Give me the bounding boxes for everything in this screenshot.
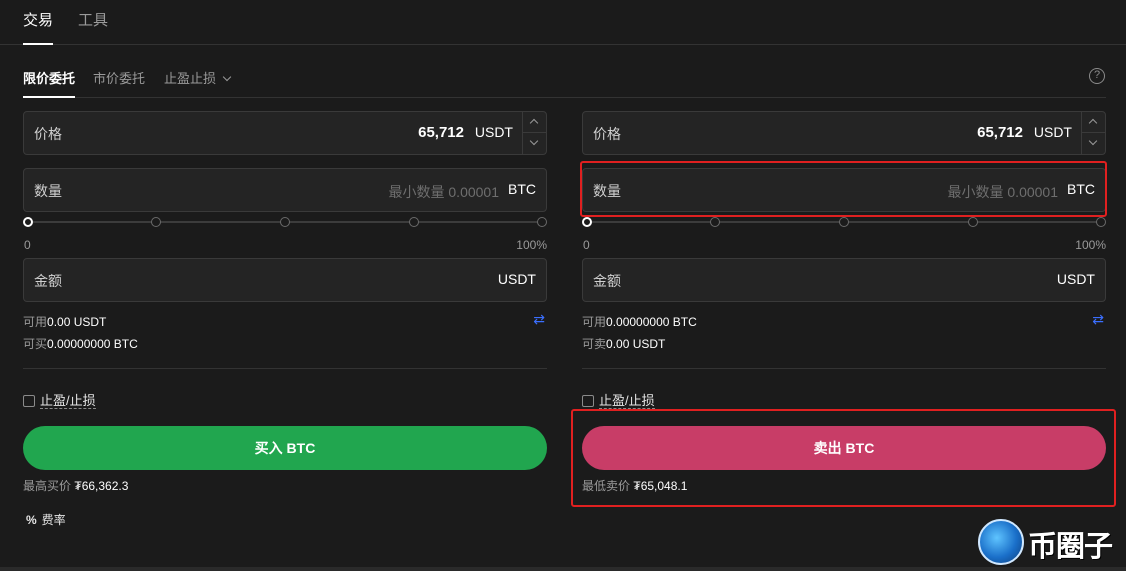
bottom-divider bbox=[0, 567, 1126, 571]
sell-btc-button[interactable]: 卖出 BTC bbox=[582, 426, 1106, 470]
slider-stop-0[interactable] bbox=[582, 217, 592, 227]
buy-price-value: 65,712 bbox=[418, 124, 464, 141]
sell-price-value: 65,712 bbox=[977, 124, 1023, 141]
sell-best-price-label: 最低卖价 bbox=[582, 479, 631, 493]
slider-stop-25[interactable] bbox=[710, 217, 720, 227]
watermark-logo: 币圈子 bbox=[978, 516, 1126, 571]
buy-quantity-unit: BTC bbox=[508, 181, 536, 197]
buy-available: 可用0.00 USDT bbox=[23, 313, 106, 330]
buy-can-trade: 可买0.00000000 BTC bbox=[23, 335, 138, 352]
slider-min-label: 0 bbox=[583, 238, 590, 252]
buy-amount-unit: USDT bbox=[497, 271, 536, 287]
divider bbox=[582, 368, 1106, 369]
slider-max-label: 100% bbox=[516, 238, 547, 252]
buy-tpsl-label: 止盈/止损 bbox=[40, 393, 96, 409]
divider bbox=[23, 368, 547, 369]
checkbox-icon bbox=[23, 395, 35, 407]
buy-tpsl-checkbox[interactable]: 止盈/止损 bbox=[23, 390, 96, 409]
sell-available-label: 可用 bbox=[582, 315, 607, 329]
sell-percent-slider[interactable] bbox=[582, 215, 1106, 229]
sell-amount-unit: USDT bbox=[1056, 271, 1095, 287]
buy-can-trade-value: 0.00000000 BTC bbox=[47, 337, 138, 351]
sell-best-price: 最低卖价 ₮65,048.1 bbox=[582, 477, 687, 494]
slider-max-label: 100% bbox=[1075, 238, 1106, 252]
sell-panel: 价格 65,712 USDT 数量 最小数量 0.00001 BTC 0 100… bbox=[582, 0, 1107, 571]
sell-available-value: 0.00000000 BTC bbox=[606, 315, 697, 329]
slider-stop-100[interactable] bbox=[1096, 217, 1106, 227]
sell-amount-input[interactable]: 金额 USDT bbox=[582, 258, 1106, 302]
buy-best-price-value: ₮66,362.3 bbox=[74, 479, 129, 493]
swap-icon[interactable]: ⇄ bbox=[533, 311, 545, 328]
sell-can-trade-label: 可卖 bbox=[582, 337, 607, 351]
buy-percent-slider[interactable] bbox=[23, 215, 547, 229]
slider-stop-75[interactable] bbox=[409, 217, 419, 227]
sell-quantity-input[interactable]: 数量 最小数量 0.00001 BTC bbox=[582, 168, 1106, 212]
chevron-down-icon bbox=[1088, 136, 1098, 146]
sell-amount-label: 金额 bbox=[593, 273, 621, 289]
sell-quantity-label: 数量 bbox=[593, 183, 621, 199]
sell-quantity-placeholder: 最小数量 0.00001 bbox=[947, 184, 1059, 200]
sell-tpsl-label: 止盈/止损 bbox=[599, 393, 655, 409]
chevron-up-icon bbox=[529, 118, 539, 128]
buy-price-unit: USDT bbox=[474, 124, 513, 140]
sell-tpsl-checkbox[interactable]: 止盈/止损 bbox=[582, 390, 655, 409]
sell-quantity-unit: BTC bbox=[1067, 181, 1095, 197]
watermark-globe-icon bbox=[978, 519, 1024, 565]
buy-best-price-label: 最高买价 bbox=[23, 479, 72, 493]
sell-can-trade-value: 0.00 USDT bbox=[606, 337, 666, 351]
buy-quantity-placeholder: 最小数量 0.00001 bbox=[388, 184, 500, 200]
checkbox-icon bbox=[582, 395, 594, 407]
percent-icon: % bbox=[26, 513, 37, 527]
buy-price-stepper bbox=[522, 112, 546, 154]
chevron-up-icon bbox=[1088, 118, 1098, 128]
buy-amount-label: 金额 bbox=[34, 273, 62, 289]
buy-btc-button[interactable]: 买入 BTC bbox=[23, 426, 547, 470]
buy-price-decrement-button[interactable] bbox=[523, 133, 546, 154]
buy-quantity-input[interactable]: 数量 最小数量 0.00001 BTC bbox=[23, 168, 547, 212]
sell-price-input[interactable]: 价格 65,712 USDT bbox=[582, 111, 1106, 155]
slider-stop-50[interactable] bbox=[280, 217, 290, 227]
swap-icon[interactable]: ⇄ bbox=[1092, 311, 1104, 328]
sell-price-increment-button[interactable] bbox=[1082, 112, 1105, 133]
chevron-down-icon bbox=[529, 136, 539, 146]
buy-quantity-label: 数量 bbox=[34, 183, 62, 199]
sell-can-trade: 可卖0.00 USDT bbox=[582, 335, 665, 352]
buy-available-value: 0.00 USDT bbox=[47, 315, 107, 329]
slider-stop-0[interactable] bbox=[23, 217, 33, 227]
fee-rate-label: 费率 bbox=[41, 513, 66, 527]
buy-available-label: 可用 bbox=[23, 315, 48, 329]
buy-best-price: 最高买价 ₮66,362.3 bbox=[23, 477, 128, 494]
sell-best-price-value: ₮65,048.1 bbox=[633, 479, 688, 493]
sell-price-stepper bbox=[1081, 112, 1105, 154]
sell-price-unit: USDT bbox=[1033, 124, 1072, 140]
buy-panel: 价格 65,712 USDT 数量 最小数量 0.00001 BTC 0 100… bbox=[23, 0, 548, 571]
fee-rate-link[interactable]: % 费率 bbox=[26, 511, 66, 528]
sell-price-decrement-button[interactable] bbox=[1082, 133, 1105, 154]
buy-price-label: 价格 bbox=[34, 126, 62, 142]
sell-price-label: 价格 bbox=[593, 126, 621, 142]
buy-price-increment-button[interactable] bbox=[523, 112, 546, 133]
slider-min-label: 0 bbox=[24, 238, 31, 252]
watermark-text: 币圈子 bbox=[1028, 531, 1113, 563]
slider-stop-25[interactable] bbox=[151, 217, 161, 227]
buy-price-input[interactable]: 价格 65,712 USDT bbox=[23, 111, 547, 155]
slider-stop-75[interactable] bbox=[968, 217, 978, 227]
buy-amount-input[interactable]: 金额 USDT bbox=[23, 258, 547, 302]
buy-can-trade-label: 可买 bbox=[23, 337, 48, 351]
slider-stop-50[interactable] bbox=[839, 217, 849, 227]
sell-available: 可用0.00000000 BTC bbox=[582, 313, 697, 330]
slider-stop-100[interactable] bbox=[537, 217, 547, 227]
